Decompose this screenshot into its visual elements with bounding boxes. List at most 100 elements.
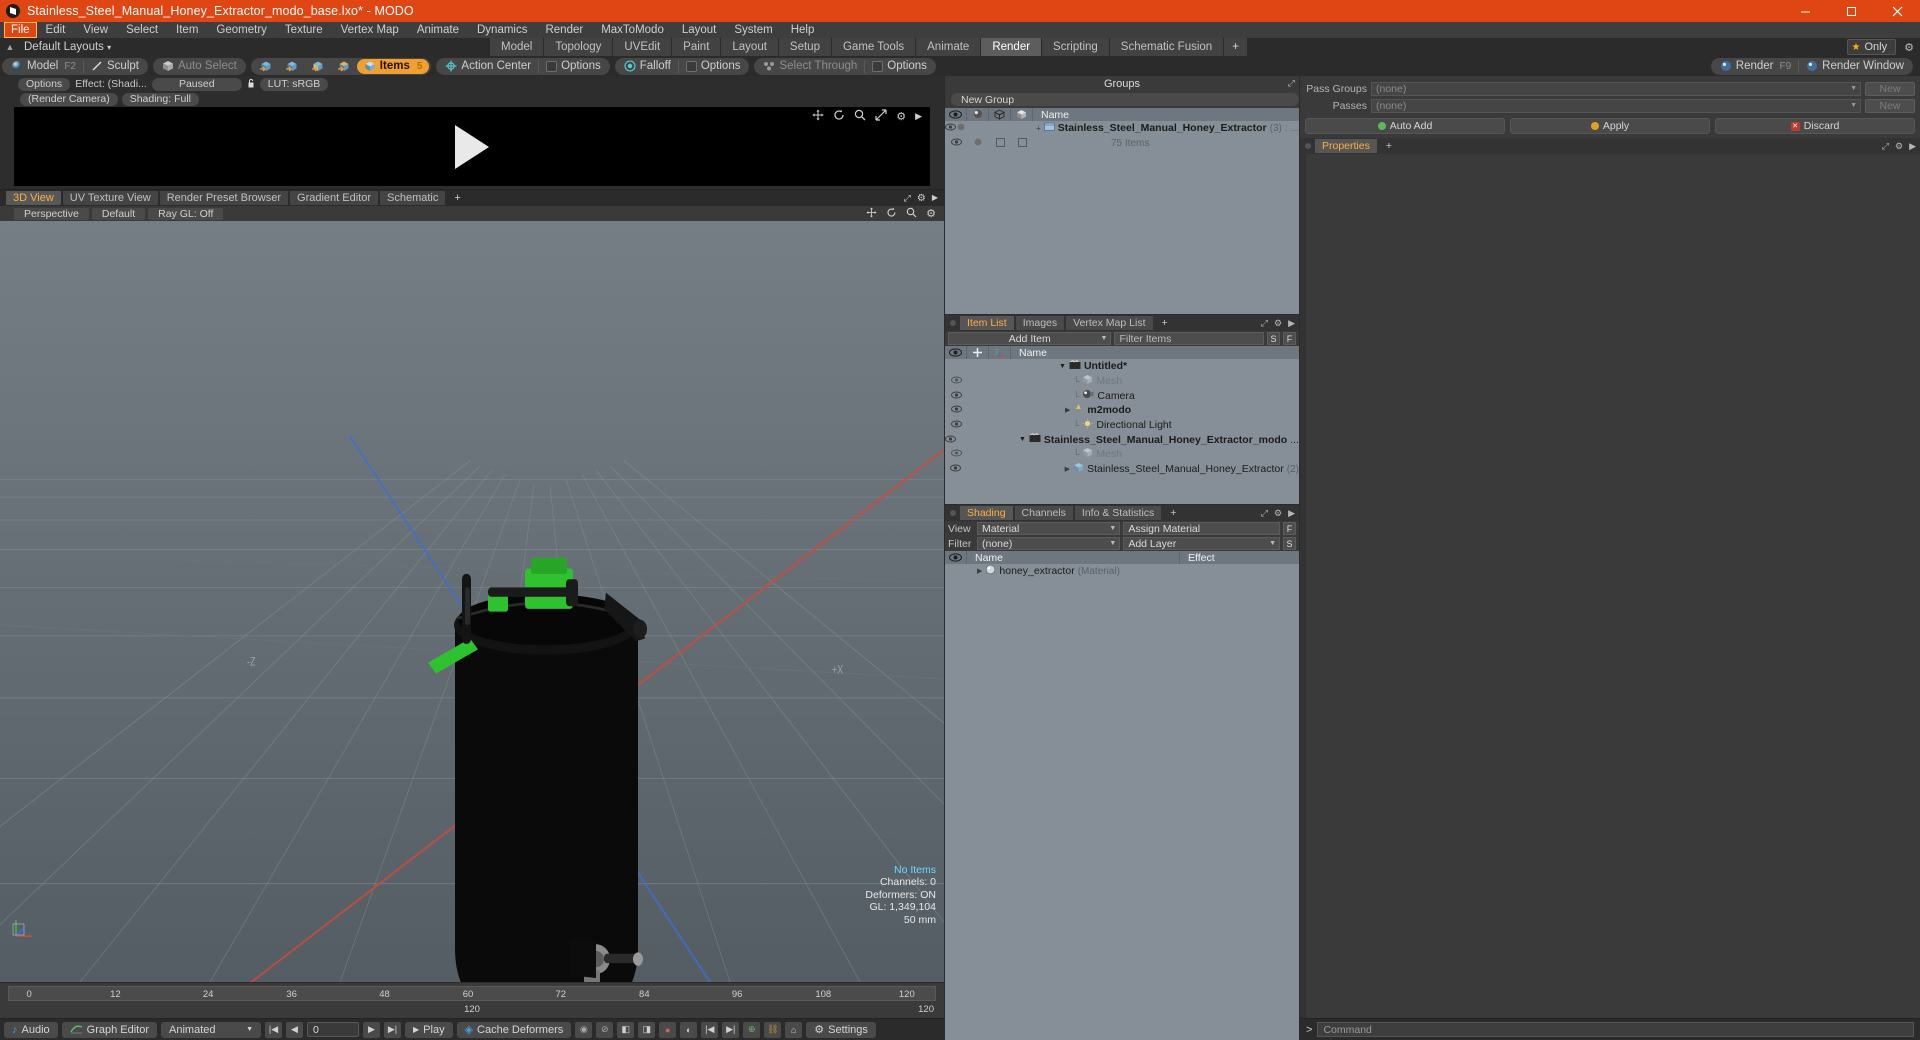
tab-channels[interactable]: Channels (1014, 506, 1073, 520)
key-button[interactable]: ◉ (575, 1021, 593, 1038)
tab-info-statistics[interactable]: Info & Statistics (1074, 506, 1162, 520)
pass-groups-dropdown[interactable]: (none) ▼ (1371, 81, 1861, 96)
select-through-button[interactable]: Select Through (756, 59, 864, 74)
graph-editor-button[interactable]: Graph Editor (61, 1021, 158, 1038)
row-eye-toggle[interactable] (945, 391, 967, 401)
minimize-button[interactable] (1782, 0, 1828, 22)
row-eye-toggle[interactable] (945, 449, 967, 459)
gear-icon[interactable]: ⚙ (1274, 508, 1282, 519)
arrow-icon[interactable]: ▶ (915, 111, 922, 122)
play-button[interactable]: ▶ Play (405, 1021, 453, 1038)
list-item[interactable]: ▶ m2modo (945, 403, 1299, 418)
render-button[interactable]: Render F9 (1713, 59, 1798, 74)
menu-item-maxtomodo[interactable]: MaxToModo (592, 22, 673, 38)
row-eye-toggle[interactable] (945, 464, 967, 474)
row-shade-toggle[interactable] (1011, 137, 1033, 149)
settings-button[interactable]: ⚙ Settings (806, 1021, 876, 1038)
autokey-button[interactable]: ◐ (680, 1021, 698, 1038)
tab-render[interactable]: Render (981, 38, 1043, 56)
list-item[interactable]: ▼ Stainless_Steel_Manual_Honey_Extractor… (945, 432, 1299, 447)
row-eye-toggle[interactable] (945, 420, 967, 430)
row-wire-toggle[interactable] (989, 137, 1011, 149)
zoom-icon[interactable] (906, 207, 917, 221)
play-icon[interactable] (455, 124, 489, 169)
properties-tab-add[interactable]: + (1379, 139, 1399, 153)
tab-scripting[interactable]: Scripting (1042, 38, 1110, 56)
preview-paused-button[interactable]: Paused (151, 77, 242, 91)
arrow-icon[interactable]: ▶ (1909, 141, 1916, 152)
viewport-tab-add-button[interactable]: + (447, 191, 467, 205)
row-render-toggle[interactable] (956, 123, 966, 133)
menu-item-select[interactable]: Select (117, 22, 167, 38)
move-icon[interactable] (866, 207, 877, 221)
polygon-mode-button[interactable] (305, 59, 331, 74)
menu-item-view[interactable]: View (74, 22, 117, 38)
3d-viewport[interactable]: -Z +X No Items Channels: 0 Deformers: ON… (0, 221, 944, 982)
sculpt-mode-button[interactable]: Sculpt (84, 59, 146, 74)
fit-icon[interactable] (875, 109, 887, 124)
new-pass-button[interactable]: New (1865, 98, 1915, 113)
tab-vertex-map-list[interactable]: Vertex Map List (1066, 316, 1153, 330)
preview-canvas[interactable] (14, 107, 930, 186)
menu-item-geometry[interactable]: Geometry (207, 22, 276, 38)
tab-uv-texture-view[interactable]: UV Texture View (62, 191, 158, 205)
skip-end-button[interactable]: ▶| (384, 1021, 402, 1038)
gear-icon[interactable]: ⚙ (1895, 141, 1903, 152)
tab-setup[interactable]: Setup (778, 38, 832, 56)
vertex-mode-button[interactable] (253, 59, 279, 74)
action-center-button[interactable]: Action Center (438, 59, 538, 74)
range-end-button[interactable]: ◨ (638, 1021, 656, 1038)
groups-list-body[interactable]: + Stainless_Steel_Manual_Honey_Extractor… (945, 121, 1299, 314)
timeline[interactable]: 0 12 24 36 48 60 72 84 96 108 120 120 12… (0, 982, 944, 1018)
row-eye-toggle[interactable] (945, 405, 967, 415)
new-group-button[interactable]: New Group (951, 93, 1299, 106)
col-eye-icon[interactable] (945, 108, 967, 121)
arrow-icon[interactable]: ▶ (1288, 508, 1295, 519)
viewport-shading-button[interactable]: Default (91, 207, 146, 220)
list-item[interactable]: └ Camera (945, 388, 1299, 403)
filter-s-button[interactable]: S (1267, 332, 1280, 345)
model-mode-button[interactable]: Model F2 (4, 59, 83, 74)
new-pass-group-button[interactable]: New (1865, 81, 1915, 96)
next-key-button[interactable]: ▶| (722, 1021, 740, 1038)
render-window-button[interactable]: Render Window (1799, 59, 1911, 74)
menu-item-system[interactable]: System (725, 22, 781, 38)
gear-icon[interactable]: ⚙ (917, 193, 926, 204)
prev-key-button[interactable]: |◀ (701, 1021, 719, 1038)
list-item[interactable]: └ Mesh (945, 374, 1299, 389)
command-input[interactable]: Command (1317, 1022, 1914, 1037)
tab-shading[interactable]: Shading (960, 506, 1013, 520)
tab-gradient-editor[interactable]: Gradient Editor (290, 191, 378, 205)
col-render-icon[interactable] (967, 108, 989, 121)
edge-mode-button[interactable] (279, 59, 305, 74)
auto-select-button[interactable]: Auto Select (155, 59, 244, 74)
maximize-panel-icon[interactable]: ⤢ (904, 193, 911, 204)
arrow-icon[interactable]: ▶ (1288, 318, 1295, 329)
layout-handle-icon[interactable]: ▲ (0, 42, 20, 52)
record-button[interactable]: ● (659, 1021, 677, 1038)
step-forward-button[interactable]: ▶ (363, 1021, 381, 1038)
menu-item-dynamics[interactable]: Dynamics (468, 22, 536, 38)
col-axis-icon[interactable] (989, 346, 1011, 359)
tab-properties[interactable]: Properties (1315, 139, 1377, 153)
shading-f-button[interactable]: F (1283, 522, 1296, 535)
row-eye-icon[interactable] (945, 123, 956, 133)
disclosure-triangle-icon[interactable]: ▶ (1065, 406, 1070, 414)
material-mode-button[interactable] (331, 59, 357, 74)
menu-item-help[interactable]: Help (782, 22, 824, 38)
link-button[interactable]: ⛓ (764, 1021, 782, 1038)
passes-dropdown[interactable]: (none) ▼ (1371, 98, 1861, 113)
viewport-raygl-button[interactable]: Ray GL: Off (148, 207, 224, 220)
step-back-button[interactable]: ◀ (286, 1021, 304, 1038)
tab-item-list[interactable]: Item List (960, 316, 1014, 330)
row-render-toggle[interactable] (967, 138, 989, 148)
viewport-perspective-button[interactable]: Perspective (14, 207, 89, 220)
properties-body[interactable] (1300, 154, 1920, 1018)
menu-item-item[interactable]: Item (167, 22, 207, 38)
maximize-panel-icon[interactable]: ⤢ (1261, 318, 1268, 329)
item-list-tab-add[interactable]: + (1155, 316, 1175, 330)
list-item[interactable]: ▶ Stainless_Steel_Manual_Honey_Extractor… (945, 462, 1299, 477)
maximize-button[interactable] (1828, 0, 1874, 22)
add-layer-dropdown[interactable]: Add Layer ▼ (1123, 537, 1280, 550)
assign-material-button[interactable]: Assign Material (1123, 522, 1280, 535)
